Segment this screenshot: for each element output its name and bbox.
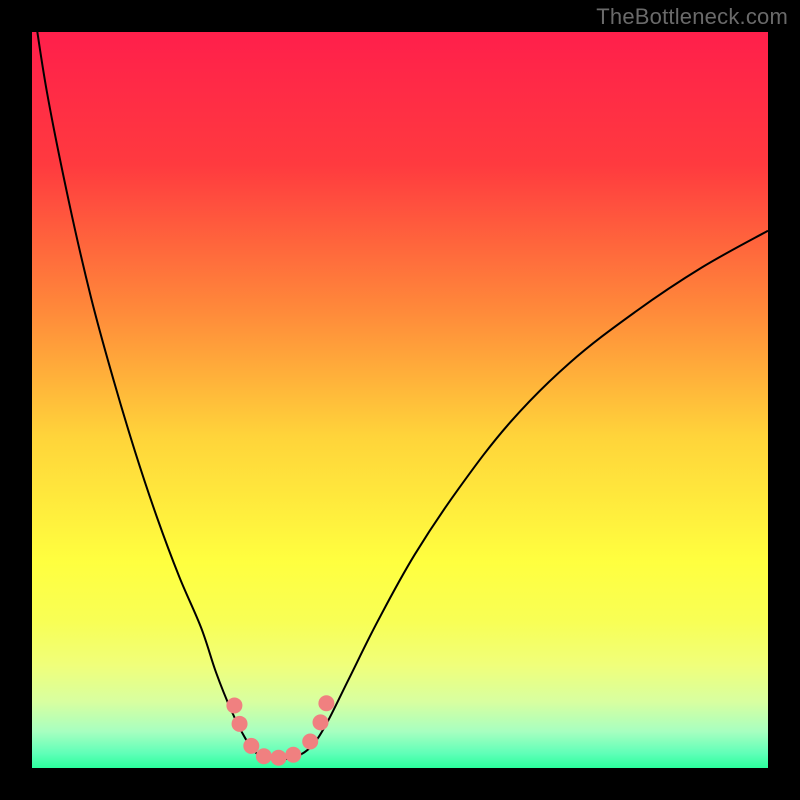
curve-marker — [256, 748, 272, 764]
watermark-text: TheBottleneck.com — [596, 4, 788, 30]
plot-area — [32, 32, 768, 768]
curve-marker — [271, 750, 287, 766]
curve-marker — [226, 697, 242, 713]
curve-markers — [226, 695, 334, 765]
curve-marker — [243, 738, 259, 754]
bottleneck-curve — [32, 32, 768, 759]
curve-marker — [318, 695, 334, 711]
curve-marker — [302, 734, 318, 750]
chart-frame: TheBottleneck.com — [0, 0, 800, 800]
curve-layer — [32, 32, 768, 768]
curve-marker — [232, 716, 248, 732]
curve-marker — [285, 747, 301, 763]
curve-marker — [313, 714, 329, 730]
